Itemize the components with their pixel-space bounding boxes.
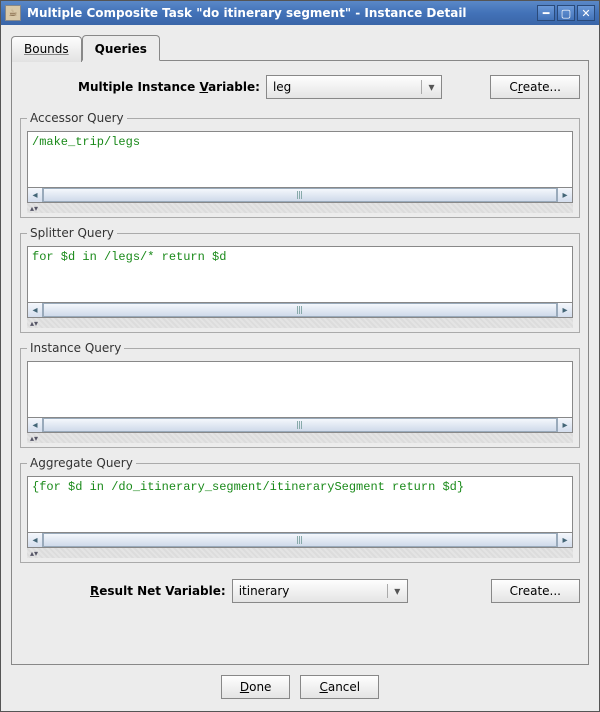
java-app-icon: ☕ [5, 5, 21, 21]
instance-variable-label: Multiple Instance Variable: [78, 80, 260, 94]
create-variable-button[interactable]: Create... [490, 75, 580, 99]
cancel-button[interactable]: Cancel [300, 675, 379, 699]
close-window-button[interactable]: ✕ [577, 5, 595, 21]
instance-query-legend: Instance Query [27, 341, 124, 355]
aggregate-query-legend: Aggregate Query [27, 456, 136, 470]
scroll-right-icon[interactable]: ▸ [557, 188, 572, 202]
resize-grip[interactable]: ▴▾ [27, 433, 573, 443]
splitter-hscrollbar[interactable]: ◂ ▸ [27, 302, 573, 318]
scroll-left-icon[interactable]: ◂ [28, 188, 43, 202]
scroll-left-icon[interactable]: ◂ [28, 533, 43, 547]
window-frame: ☕ Multiple Composite Task "do itinerary … [0, 0, 600, 712]
result-variable-label: Result Net Variable: [90, 584, 226, 598]
tab-bounds[interactable]: Bounds [11, 36, 82, 62]
tab-queries[interactable]: Queries [82, 35, 160, 61]
result-variable-combo[interactable]: itinerary ▾ [232, 579, 408, 603]
instance-hscrollbar[interactable]: ◂ ▸ [27, 417, 573, 433]
minimize-button[interactable]: ━ [537, 5, 555, 21]
resize-grip[interactable]: ▴▾ [27, 318, 573, 328]
instance-variable-combo[interactable]: leg ▾ [266, 75, 442, 99]
accessor-query-group: Accessor Query /make_trip/legs ◂ ▸ ▴▾ [20, 111, 580, 218]
content-area: Bounds Queries Multiple Instance Variabl… [1, 25, 599, 711]
instance-variable-row: Multiple Instance Variable: leg ▾ Create… [78, 75, 580, 99]
splitter-query-legend: Splitter Query [27, 226, 117, 240]
done-button[interactable]: Done [221, 675, 291, 699]
resize-grip[interactable]: ▴▾ [27, 203, 573, 213]
chevron-down-icon: ▾ [387, 584, 407, 598]
scroll-right-icon[interactable]: ▸ [557, 418, 572, 432]
aggregate-hscrollbar[interactable]: ◂ ▸ [27, 532, 573, 548]
result-variable-row: Result Net Variable: itinerary ▾ Create.… [90, 579, 580, 603]
tab-bar: Bounds Queries [11, 35, 589, 61]
instance-query-group: Instance Query ◂ ▸ ▴▾ [20, 341, 580, 448]
aggregate-query-group: Aggregate Query {for $d in /do_itinerary… [20, 456, 580, 563]
accessor-query-editor[interactable]: /make_trip/legs [27, 131, 573, 187]
create-result-variable-button[interactable]: Create... [491, 579, 580, 603]
window-title: Multiple Composite Task "do itinerary se… [27, 6, 535, 20]
scroll-left-icon[interactable]: ◂ [28, 303, 43, 317]
splitter-query-editor[interactable]: for $d in /legs/* return $d [27, 246, 573, 302]
queries-panel: Multiple Instance Variable: leg ▾ Create… [11, 60, 589, 665]
dialog-button-row: Done Cancel [11, 665, 589, 707]
scroll-left-icon[interactable]: ◂ [28, 418, 43, 432]
splitter-query-group: Splitter Query for $d in /legs/* return … [20, 226, 580, 333]
instance-variable-value: leg [273, 80, 421, 94]
maximize-button[interactable]: ▢ [557, 5, 575, 21]
chevron-down-icon: ▾ [421, 80, 441, 94]
accessor-hscrollbar[interactable]: ◂ ▸ [27, 187, 573, 203]
resize-grip[interactable]: ▴▾ [27, 548, 573, 558]
titlebar[interactable]: ☕ Multiple Composite Task "do itinerary … [1, 1, 599, 25]
scroll-right-icon[interactable]: ▸ [557, 533, 572, 547]
scroll-right-icon[interactable]: ▸ [557, 303, 572, 317]
aggregate-query-editor[interactable]: {for $d in /do_itinerary_segment/itinera… [27, 476, 573, 532]
instance-query-editor[interactable] [27, 361, 573, 417]
accessor-query-legend: Accessor Query [27, 111, 127, 125]
result-variable-value: itinerary [239, 584, 387, 598]
